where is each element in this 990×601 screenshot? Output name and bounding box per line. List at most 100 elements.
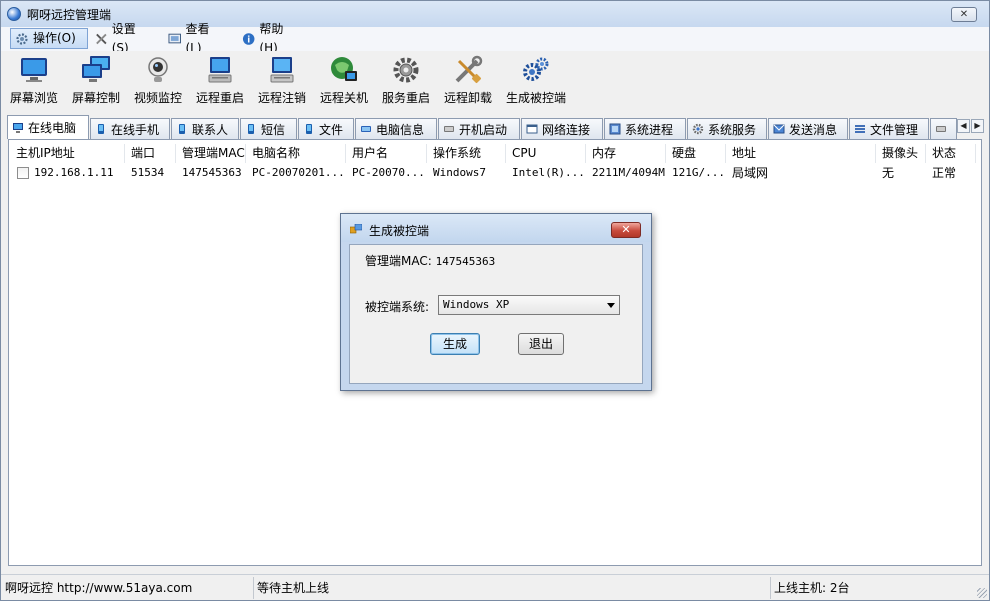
column-header[interactable]: 地址 xyxy=(726,144,876,163)
tab-label: 在线电脑 xyxy=(28,121,77,135)
computer-icon xyxy=(13,122,23,133)
build-client-dialog: 生成被控端 ✕ 管理端MAC: 147545363 被控端系统: Windows… xyxy=(340,213,652,391)
tools-icon xyxy=(96,33,107,44)
tab-sms[interactable]: 短信 xyxy=(240,118,297,139)
phone-icon xyxy=(306,124,312,134)
resize-grip-icon[interactable] xyxy=(977,588,987,598)
startup-icon xyxy=(444,126,454,132)
tab-file-manager[interactable]: 文件管理 xyxy=(849,118,929,139)
dialog-mac-label: 管理端MAC: xyxy=(365,254,436,268)
status-online-count: 上线主机: 2台 xyxy=(774,581,850,595)
toolbar-label: 远程卸载 xyxy=(443,91,492,105)
column-header[interactable]: 电脑名称 xyxy=(246,144,346,163)
tab-label: 短信 xyxy=(261,122,286,137)
dialog-window-icon xyxy=(350,224,362,234)
column-header[interactable]: 主机IP地址 xyxy=(10,144,125,163)
tab-label: 系统服务 xyxy=(708,122,757,137)
view-icon xyxy=(168,33,181,43)
toolbar-label: 远程关机 xyxy=(319,91,368,105)
window-title: 啊呀远控管理端 xyxy=(27,8,112,22)
tab-label: 开机启动 xyxy=(459,122,508,137)
generate-button[interactable]: 生成 xyxy=(430,333,480,355)
column-header[interactable]: 硬盘 xyxy=(666,144,726,163)
toolbar-service-restart-button[interactable]: 服务重启 xyxy=(379,55,433,109)
tab-files[interactable]: 文件 xyxy=(298,118,354,139)
column-header[interactable]: 状态 xyxy=(926,144,976,163)
build-gears-icon xyxy=(523,57,549,81)
os-select[interactable]: Windows XP xyxy=(438,295,620,315)
toolbar: 屏幕浏览 屏幕控制 视频监控 远程重启 远程注销 远程关机 服务重启 远程卸载 xyxy=(1,51,989,113)
cell-username: PC-20070... xyxy=(352,166,425,179)
toolbar-screen-control-button[interactable]: 屏幕控制 xyxy=(69,55,123,109)
toolbar-label: 屏幕控制 xyxy=(71,91,120,105)
file-manager-icon xyxy=(855,125,865,133)
cell-os: Windows7 xyxy=(433,166,486,179)
toolbar-remote-logoff-button[interactable]: 远程注销 xyxy=(255,55,309,109)
network-icon xyxy=(526,124,538,134)
cell-computer-name: PC-20070201... xyxy=(252,166,345,179)
toolbar-video-monitor-button[interactable]: 视频监控 xyxy=(131,55,185,109)
dialog-mac-value: 147545363 xyxy=(435,255,496,268)
menu-help[interactable]: i 帮助(H) xyxy=(238,22,304,55)
cell-location: 局域网 xyxy=(732,166,769,180)
toolbar-remote-shutdown-button[interactable]: 远程关机 xyxy=(317,55,371,109)
tab-contacts[interactable]: 联系人 xyxy=(171,118,239,139)
cell-mac: 147545363 xyxy=(182,166,242,179)
toolbar-label: 远程注销 xyxy=(257,91,306,105)
tab-overflow[interactable] xyxy=(930,118,957,139)
dialog-close-button[interactable]: ✕ xyxy=(611,222,641,238)
column-header[interactable]: 管理端MAC xyxy=(176,144,246,163)
column-header[interactable]: 内存 xyxy=(586,144,666,163)
tab-online-computers[interactable]: 在线电脑 xyxy=(7,115,89,139)
cell-ip: 192.168.1.11 xyxy=(34,166,114,179)
cell-memory: 2211M/4094M xyxy=(592,166,665,179)
cell-port: 51534 xyxy=(131,166,165,179)
phone-icon xyxy=(179,124,185,134)
tab-label: 电脑信息 xyxy=(376,122,425,137)
menu-settings[interactable]: 设置(S) xyxy=(91,22,153,55)
toolbar-label: 屏幕浏览 xyxy=(9,91,58,105)
title-bar: 啊呀远控管理端 ✕ xyxy=(1,1,989,27)
column-header[interactable]: 用户名 xyxy=(346,144,427,163)
menu-operate[interactable]: 操作(O) xyxy=(10,28,88,49)
uninstall-tools-icon xyxy=(455,55,483,84)
dialog-os-label: 被控端系统: xyxy=(365,300,430,314)
tab-label: 联系人 xyxy=(192,122,229,137)
tab-computer-info[interactable]: 电脑信息 xyxy=(355,118,437,139)
monitor-icon xyxy=(21,58,47,82)
status-separator xyxy=(770,577,771,599)
tab-system-processes[interactable]: 系统进程 xyxy=(604,118,686,139)
tab-startup[interactable]: 开机启动 xyxy=(438,118,520,139)
chevron-down-icon xyxy=(607,303,615,308)
column-header[interactable]: 摄像头 xyxy=(876,144,926,163)
restart-icon xyxy=(208,57,232,83)
toolbar-screen-browse-button[interactable]: 屏幕浏览 xyxy=(7,55,61,109)
tab-label: 在线手机 xyxy=(111,122,160,137)
status-app-url: 啊呀远控 http://www.51aya.com xyxy=(5,581,193,595)
process-icon xyxy=(609,123,621,135)
service-icon xyxy=(692,123,704,135)
menu-view[interactable]: 查看(L) xyxy=(164,22,228,55)
status-message: 等待主机上线 xyxy=(257,581,330,595)
tab-scroll-left-button[interactable]: ◀ xyxy=(957,119,970,133)
column-header[interactable]: 端口 xyxy=(125,144,176,163)
toolbar-build-client-button[interactable]: 生成被控端 xyxy=(503,55,569,109)
table-row[interactable]: 192.168.1.11 51534 147545363 PC-20070201… xyxy=(10,164,980,182)
tab-online-phones[interactable]: 在线手机 xyxy=(90,118,170,139)
column-header[interactable]: 操作系统 xyxy=(427,144,506,163)
tab-scroll-right-button[interactable]: ▶ xyxy=(971,119,984,133)
toolbar-remote-restart-button[interactable]: 远程重启 xyxy=(193,55,247,109)
tab-network-connections[interactable]: 网络连接 xyxy=(521,118,603,139)
column-header[interactable]: CPU xyxy=(506,144,586,163)
info-icon xyxy=(361,126,371,132)
tab-label: 系统进程 xyxy=(625,122,674,137)
tab-system-services[interactable]: 系统服务 xyxy=(687,118,767,139)
toolbar-label: 生成被控端 xyxy=(505,91,566,105)
webcam-icon xyxy=(148,57,168,82)
main-window: 啊呀远控管理端 ✕ 操作(O) 设置(S) 查看(L) i 帮助(H) 屏幕浏览… xyxy=(0,0,990,601)
tab-send-message[interactable]: 发送消息 xyxy=(768,118,848,139)
exit-button[interactable]: 退出 xyxy=(518,333,564,355)
toolbar-remote-uninstall-button[interactable]: 远程卸载 xyxy=(441,55,495,109)
dialog-body: 管理端MAC: 147545363 被控端系统: Windows XP 生成 退… xyxy=(349,244,643,384)
window-close-button[interactable]: ✕ xyxy=(951,7,977,22)
